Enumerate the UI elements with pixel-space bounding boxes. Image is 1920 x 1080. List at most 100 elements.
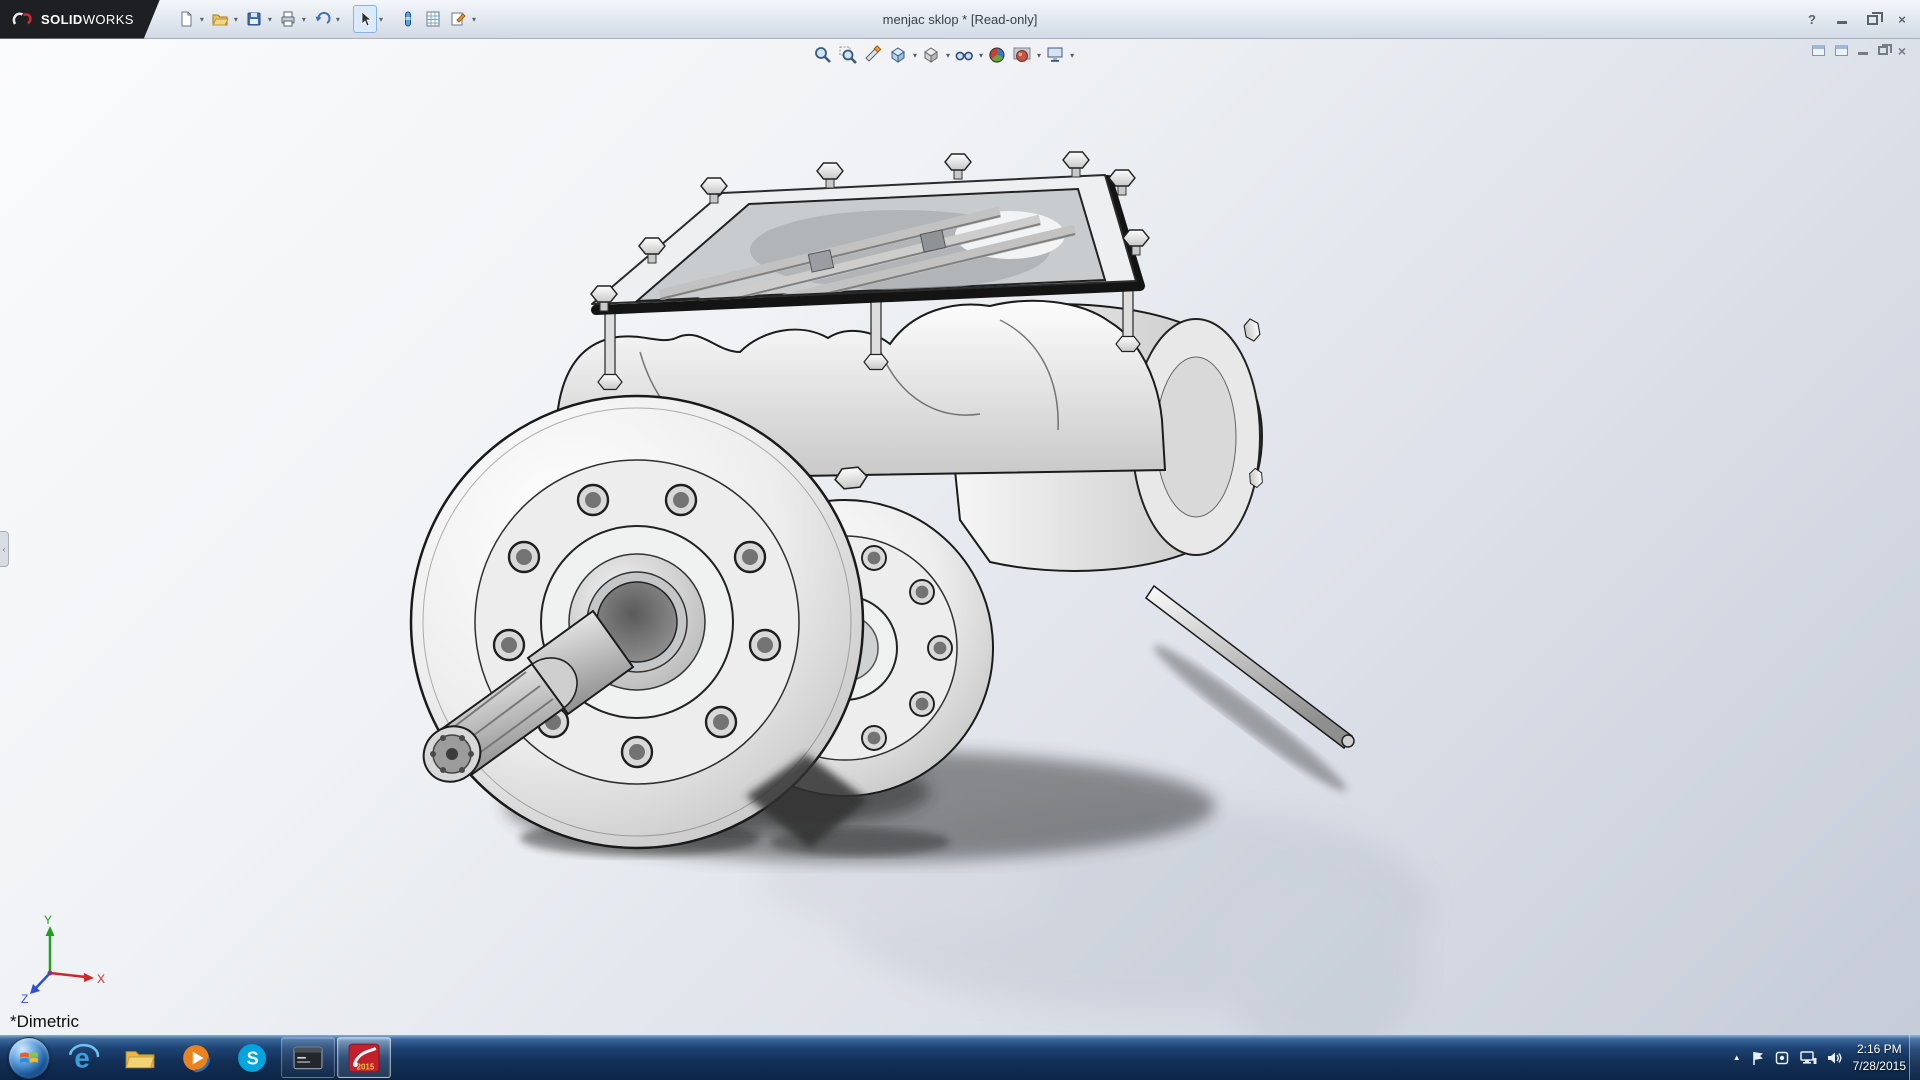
document-close-icon[interactable]: × — [1898, 46, 1906, 56]
restore-button[interactable] — [1864, 12, 1880, 28]
clock-date: 7/28/2015 — [1853, 1058, 1906, 1075]
view-settings-button[interactable] — [1044, 44, 1066, 66]
options-button[interactable] — [446, 5, 470, 33]
section-view-button[interactable] — [862, 44, 884, 66]
feature-tree-collapse-tab[interactable]: ‹ — [0, 531, 9, 567]
tray-app-icon[interactable] — [1775, 1051, 1789, 1065]
network-icon[interactable] — [1799, 1051, 1817, 1065]
window-title: menjac sklop * [Read-only] — [883, 12, 1038, 27]
rebuild-button[interactable] — [396, 5, 420, 33]
hide-show-items-caret[interactable]: ▾ — [979, 51, 983, 60]
input-shaft — [413, 611, 633, 793]
cover-standoffs — [598, 288, 1140, 390]
zoom-to-fit-button[interactable] — [812, 44, 834, 66]
print-button[interactable] — [276, 5, 300, 33]
view-orientation-label: *Dimetric — [10, 1012, 79, 1032]
triad-y-label: Y — [44, 913, 52, 927]
solidworks-icon: 2015 — [348, 1043, 380, 1073]
save-button[interactable] — [242, 5, 266, 33]
command-window-icon — [293, 1046, 323, 1070]
output-shaft — [1146, 586, 1354, 748]
view-orientation-caret[interactable]: ▾ — [913, 51, 917, 60]
model-shadow — [505, 636, 1353, 862]
heads-up-toolbar: ▾ ▾ ▾ ▾ — [812, 44, 1074, 66]
window-controls: ? × — [1804, 0, 1910, 39]
print-dropdown-caret[interactable]: ▾ — [301, 15, 309, 24]
display-style-icon — [921, 45, 941, 65]
options-icon — [449, 10, 467, 28]
solidworks-logo: SOLIDWORKS — [0, 0, 160, 39]
undo-dropdown-caret[interactable]: ▾ — [335, 15, 343, 24]
section-view-icon — [863, 45, 883, 65]
open-dropdown-caret[interactable]: ▾ — [233, 15, 241, 24]
undo-button[interactable] — [310, 5, 334, 33]
restore-icon — [1867, 15, 1878, 25]
housing-bolts — [428, 405, 868, 789]
taskbar-media-player[interactable] — [169, 1037, 223, 1078]
taskbar-command-window[interactable] — [281, 1037, 335, 1078]
apply-scene-button[interactable] — [1011, 44, 1033, 66]
display-style-caret[interactable]: ▾ — [946, 51, 950, 60]
svg-text:S: S — [247, 1048, 259, 1068]
minimize-icon — [1837, 15, 1847, 24]
hide-show-items-button[interactable] — [953, 44, 975, 66]
edit-appearance-button[interactable] — [986, 44, 1008, 66]
new-dropdown-caret[interactable]: ▾ — [199, 15, 207, 24]
triad-x-label: X — [97, 972, 105, 986]
brand-text: SOLIDWORKS — [41, 12, 134, 27]
main-flange — [411, 396, 863, 848]
system-tray: ▲ 2:16 PM 7/28/2015 — [1733, 1035, 1906, 1080]
view-settings-caret[interactable]: ▾ — [1070, 51, 1074, 60]
skype-icon: S — [237, 1043, 267, 1073]
new-document-button[interactable] — [174, 5, 198, 33]
taskbar-windows-explorer[interactable] — [113, 1037, 167, 1078]
open-button[interactable] — [208, 5, 232, 33]
media-player-icon — [181, 1043, 211, 1073]
main-toolbar: ▾ ▾ ▾ ▾ ▾ — [174, 5, 479, 33]
start-button[interactable] — [8, 1037, 50, 1079]
secondary-flange — [697, 500, 993, 796]
rear-housing — [950, 304, 1263, 571]
view-orientation-icon — [888, 45, 908, 65]
options-dropdown-caret[interactable]: ▾ — [471, 15, 479, 24]
document-minimize-icon[interactable] — [1858, 47, 1868, 55]
gearbox-model: Y X Z — [0, 39, 1920, 1035]
rebuild-icon — [399, 10, 417, 28]
view-orientation-button[interactable] — [887, 44, 909, 66]
help-button[interactable]: ? — [1804, 12, 1820, 28]
zoom-to-fit-icon — [813, 45, 833, 65]
undo-icon — [313, 10, 331, 28]
top-cover — [591, 152, 1149, 313]
model-reflection — [760, 800, 1430, 1035]
taskbar-skype[interactable]: S — [225, 1037, 279, 1078]
select-dropdown-caret[interactable]: ▾ — [378, 15, 386, 24]
internet-explorer-icon: e — [68, 1042, 100, 1074]
select-button[interactable] — [353, 5, 377, 33]
document-restore-icon[interactable] — [1878, 46, 1888, 55]
taskbar-apps: e S — [56, 1035, 392, 1080]
new-window-icon[interactable] — [1812, 45, 1825, 56]
display-style-button[interactable] — [920, 44, 942, 66]
action-center-flag-icon[interactable] — [1751, 1050, 1765, 1066]
tile-window-icon[interactable] — [1835, 45, 1848, 56]
apply-scene-icon — [1012, 45, 1032, 65]
triad-z-label: Z — [21, 992, 28, 1006]
app-titlebar: SOLIDWORKS ▾ ▾ ▾ ▾ — [0, 0, 1920, 39]
edit-appearance-icon — [987, 45, 1007, 65]
save-dropdown-caret[interactable]: ▾ — [267, 15, 275, 24]
view-settings-icon — [1045, 45, 1065, 65]
show-hidden-icons-button[interactable]: ▲ — [1733, 1053, 1741, 1062]
show-desktop-button[interactable] — [1909, 1035, 1920, 1080]
graphics-area[interactable]: ▾ ▾ ▾ ▾ — [0, 39, 1920, 1035]
zoom-to-area-button[interactable] — [837, 44, 859, 66]
minimize-button[interactable] — [1834, 12, 1850, 28]
volume-icon[interactable] — [1827, 1051, 1843, 1065]
apply-scene-caret[interactable]: ▾ — [1037, 51, 1041, 60]
taskbar-internet-explorer[interactable]: e — [57, 1037, 111, 1078]
file-properties-button[interactable] — [421, 5, 445, 33]
taskbar-solidworks[interactable]: 2015 — [337, 1037, 391, 1078]
taskbar-clock[interactable]: 2:16 PM 7/28/2015 — [1853, 1041, 1906, 1075]
shift-rails — [660, 210, 1075, 313]
close-button[interactable]: × — [1894, 12, 1910, 28]
document-window-controls: × — [1812, 45, 1906, 56]
